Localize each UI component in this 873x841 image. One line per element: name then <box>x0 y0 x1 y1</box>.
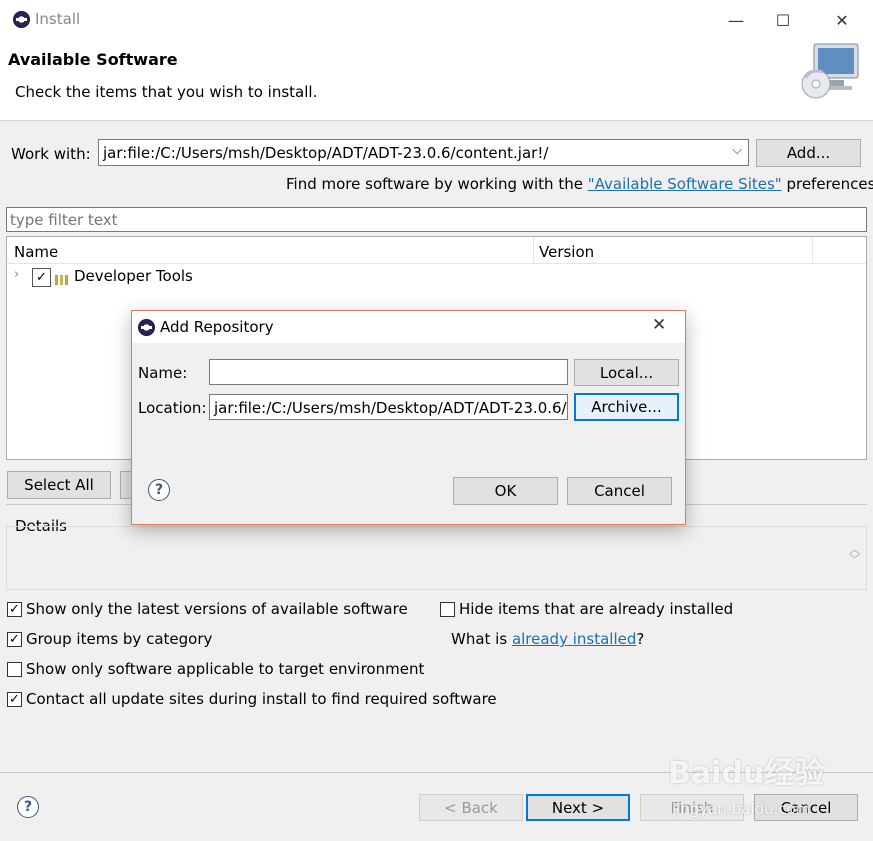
wizard-banner: Available Software Check the items that … <box>0 38 873 121</box>
hint-suffix: preferences. <box>781 175 873 193</box>
column-header-name[interactable]: Name <box>14 243 58 261</box>
page-subtitle: Check the items that you wish to install… <box>15 83 318 101</box>
checkbox-latest-versions[interactable]: ✓ <box>7 601 22 617</box>
repository-location-input[interactable]: jar:file:/C:/Users/msh/Desktop/ADT/ADT-2… <box>209 394 568 420</box>
local-button[interactable]: Local... <box>574 359 679 386</box>
minimize-button[interactable]: — <box>713 6 759 34</box>
work-with-value: jar:file:/C:/Users/msh/Desktop/ADT/ADT-2… <box>103 144 549 162</box>
name-label: Name: <box>138 364 188 382</box>
watermark-logo: Baidu经验 <box>668 756 825 791</box>
checkbox-target-env[interactable] <box>7 661 22 677</box>
window-title: Install <box>35 10 81 28</box>
filter-input[interactable] <box>6 207 867 232</box>
column-divider <box>812 237 813 264</box>
already-installed-link[interactable]: already installed <box>512 630 636 648</box>
checkbox-contact-sites[interactable]: ✓ <box>7 691 22 707</box>
page-title: Available Software <box>8 50 178 69</box>
expand-chevron-icon[interactable]: › <box>14 267 19 282</box>
chevron-down-icon[interactable]: ⌵ <box>732 143 742 158</box>
row-name: Developer Tools <box>74 267 193 285</box>
ok-button[interactable]: OK <box>453 477 558 505</box>
option-group-by-category-label: Group items by category <box>26 630 213 648</box>
eclipse-app-icon <box>13 11 30 28</box>
option-contact-sites-label: Contact all update sites during install … <box>26 690 497 708</box>
watermark-url: jingyan.baidu.com <box>672 800 811 818</box>
what-is-installed: What is already installed? <box>451 630 644 648</box>
select-all-button[interactable]: Select All <box>7 471 111 499</box>
dialog-cancel-button[interactable]: Cancel <box>567 477 672 505</box>
what-is-prefix: What is <box>451 630 512 648</box>
available-software-sites-link[interactable]: "Available Software Sites" <box>588 175 782 193</box>
repository-name-input[interactable] <box>209 359 568 385</box>
maximize-button[interactable]: ☐ <box>760 6 806 34</box>
location-value: jar:file:/C:/Users/msh/Desktop/ADT/ADT-2… <box>214 399 568 417</box>
add-repository-dialog: Add Repository ✕ Name: Local... Location… <box>131 310 686 525</box>
archive-button[interactable]: Archive... <box>574 393 679 421</box>
option-target-env-label: Show only software applicable to target … <box>26 660 425 678</box>
dialog-title: Add Repository <box>160 318 274 336</box>
row-checkbox[interactable]: ✓ <box>32 268 51 287</box>
option-latest-versions-label: Show only the latest versions of availab… <box>26 600 408 618</box>
column-divider <box>533 237 534 264</box>
option-hide-installed[interactable]: Hide items that are already installed <box>440 600 733 618</box>
add-site-button[interactable]: Add... <box>756 139 861 167</box>
table-row[interactable]: › ✓ Developer Tools <box>7 265 866 287</box>
dialog-close-icon[interactable]: ✕ <box>652 315 666 335</box>
column-header-version[interactable]: Version <box>539 243 594 261</box>
details-box: ︿ ﹀ <box>6 526 867 590</box>
eclipse-dialog-icon <box>138 319 155 336</box>
dialog-titlebar: Add Repository ✕ <box>132 311 685 343</box>
option-hide-installed-label: Hide items that are already installed <box>459 600 734 618</box>
location-label: Location: <box>138 399 207 417</box>
install-monitor-icon <box>800 40 862 102</box>
option-contact-sites[interactable]: ✓ Contact all update sites during instal… <box>7 690 497 708</box>
table-header: Name Version <box>7 237 866 264</box>
feature-group-icon <box>55 271 69 285</box>
checkbox-group-by-category[interactable]: ✓ <box>7 631 22 647</box>
option-latest-versions[interactable]: ✓ Show only the latest versions of avail… <box>7 600 408 618</box>
dialog-help-icon[interactable]: ? <box>148 479 170 501</box>
checkbox-hide-installed[interactable] <box>440 601 455 617</box>
work-with-label: Work with: <box>11 145 91 163</box>
window-titlebar: Install — ☐ ✕ <box>0 0 873 38</box>
close-window-button[interactable]: ✕ <box>819 6 865 34</box>
back-button[interactable]: < Back <box>419 794 523 821</box>
option-group-by-category[interactable]: ✓ Group items by category <box>7 630 212 648</box>
available-sites-hint: Find more software by working with the "… <box>286 175 873 193</box>
what-is-suffix: ? <box>636 630 645 648</box>
work-with-combo[interactable]: jar:file:/C:/Users/msh/Desktop/ADT/ADT-2… <box>98 139 749 166</box>
option-target-env[interactable]: Show only software applicable to target … <box>7 660 424 678</box>
next-button[interactable]: Next > <box>526 794 630 821</box>
scroll-arrows-icon[interactable]: ︿ ﹀ <box>849 544 860 565</box>
hint-prefix: Find more software by working with the <box>286 175 588 193</box>
help-icon[interactable]: ? <box>17 796 39 818</box>
